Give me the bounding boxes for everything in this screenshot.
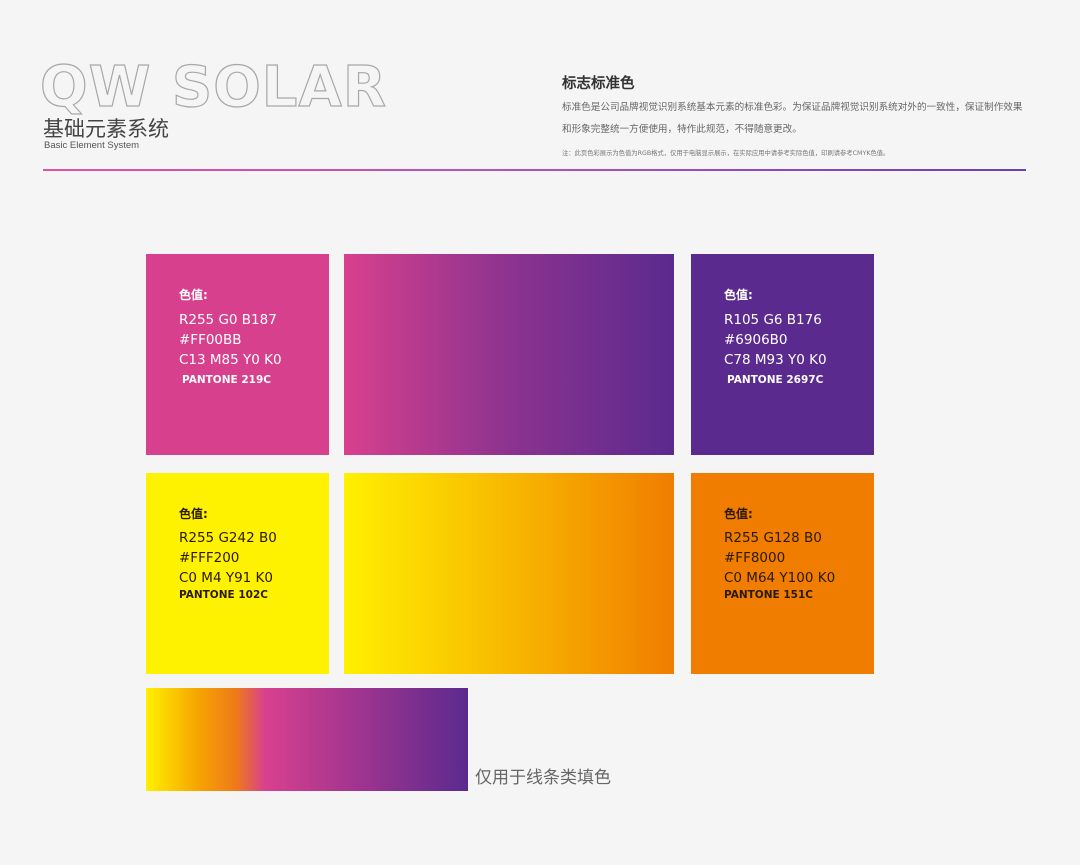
hex-value: #6906B0 <box>724 332 788 348</box>
gradient-usage-note: 仅用于线条类填色 <box>475 768 611 788</box>
hex-value: #FFF200 <box>179 550 240 566</box>
swatch-purple-info: 色值: R105 G6 B176 #6906B0 C78 M93 Y0 K0 P… <box>724 287 827 390</box>
section-note: 注：此页色彩展示为色值为RGB格式，仅用于电脑显示展示，在实际应用中请参考实际色… <box>562 150 890 157</box>
header-divider <box>43 169 1026 171</box>
section-title: 标志标准色 <box>562 76 635 92</box>
swatch-magenta: 色值: R255 G0 B187 #FF00BB C13 M85 Y0 K0 P… <box>146 254 329 455</box>
color-value-label: 色值: <box>724 288 753 302</box>
pantone-value: PANTONE 219C <box>182 374 271 386</box>
rgb-value: R105 G6 B176 <box>724 312 822 328</box>
color-value-label: 色值: <box>179 507 208 521</box>
gradient-yellow-orange <box>344 473 674 674</box>
swatch-yellow: 色值: R255 G242 B0 #FFF200 C0 M4 Y91 K0 PA… <box>146 473 329 674</box>
pantone-value: PANTONE 2697C <box>727 374 824 386</box>
cmyk-value: C0 M4 Y91 K0 <box>179 570 273 586</box>
brand-logo: QW SOLAR <box>39 55 387 120</box>
gradient-magenta-purple <box>344 254 674 455</box>
cmyk-value: C78 M93 Y0 K0 <box>724 352 827 368</box>
cmyk-value: C0 M64 Y100 K0 <box>724 570 836 586</box>
pantone-value: PANTONE 151C <box>724 589 813 601</box>
hex-value: #FF00BB <box>179 332 242 348</box>
pantone-value: PANTONE 102C <box>179 589 268 601</box>
hex-value: #FF8000 <box>724 550 786 566</box>
swatch-purple: 色值: R105 G6 B176 #6906B0 C78 M93 Y0 K0 P… <box>691 254 874 455</box>
gradient-line-fill <box>146 688 468 791</box>
color-value-label: 色值: <box>179 288 208 302</box>
swatch-magenta-info: 色值: R255 G0 B187 #FF00BB C13 M85 Y0 K0 P… <box>179 287 282 390</box>
rgb-value: R255 G242 B0 <box>179 530 277 546</box>
color-value-label: 色值: <box>724 507 753 521</box>
cmyk-value: C13 M85 Y0 K0 <box>179 352 282 368</box>
swatch-orange-info: 色值: R255 G128 B0 #FF8000 C0 M64 Y100 K0 … <box>724 506 835 602</box>
section-description: 标准色是公司品牌视觉识别系统基本元素的标准色彩。为保证品牌视觉识别系统对外的一致… <box>562 102 1023 135</box>
rgb-value: R255 G0 B187 <box>179 312 277 328</box>
rgb-value: R255 G128 B0 <box>724 530 822 546</box>
swatch-orange: 色值: R255 G128 B0 #FF8000 C0 M64 Y100 K0 … <box>691 473 874 674</box>
page-title-cn: 基础元素系统 <box>43 117 169 141</box>
swatch-yellow-info: 色值: R255 G242 B0 #FFF200 C0 M4 Y91 K0 PA… <box>179 506 277 602</box>
page-title-en: Basic Element System <box>44 140 140 151</box>
